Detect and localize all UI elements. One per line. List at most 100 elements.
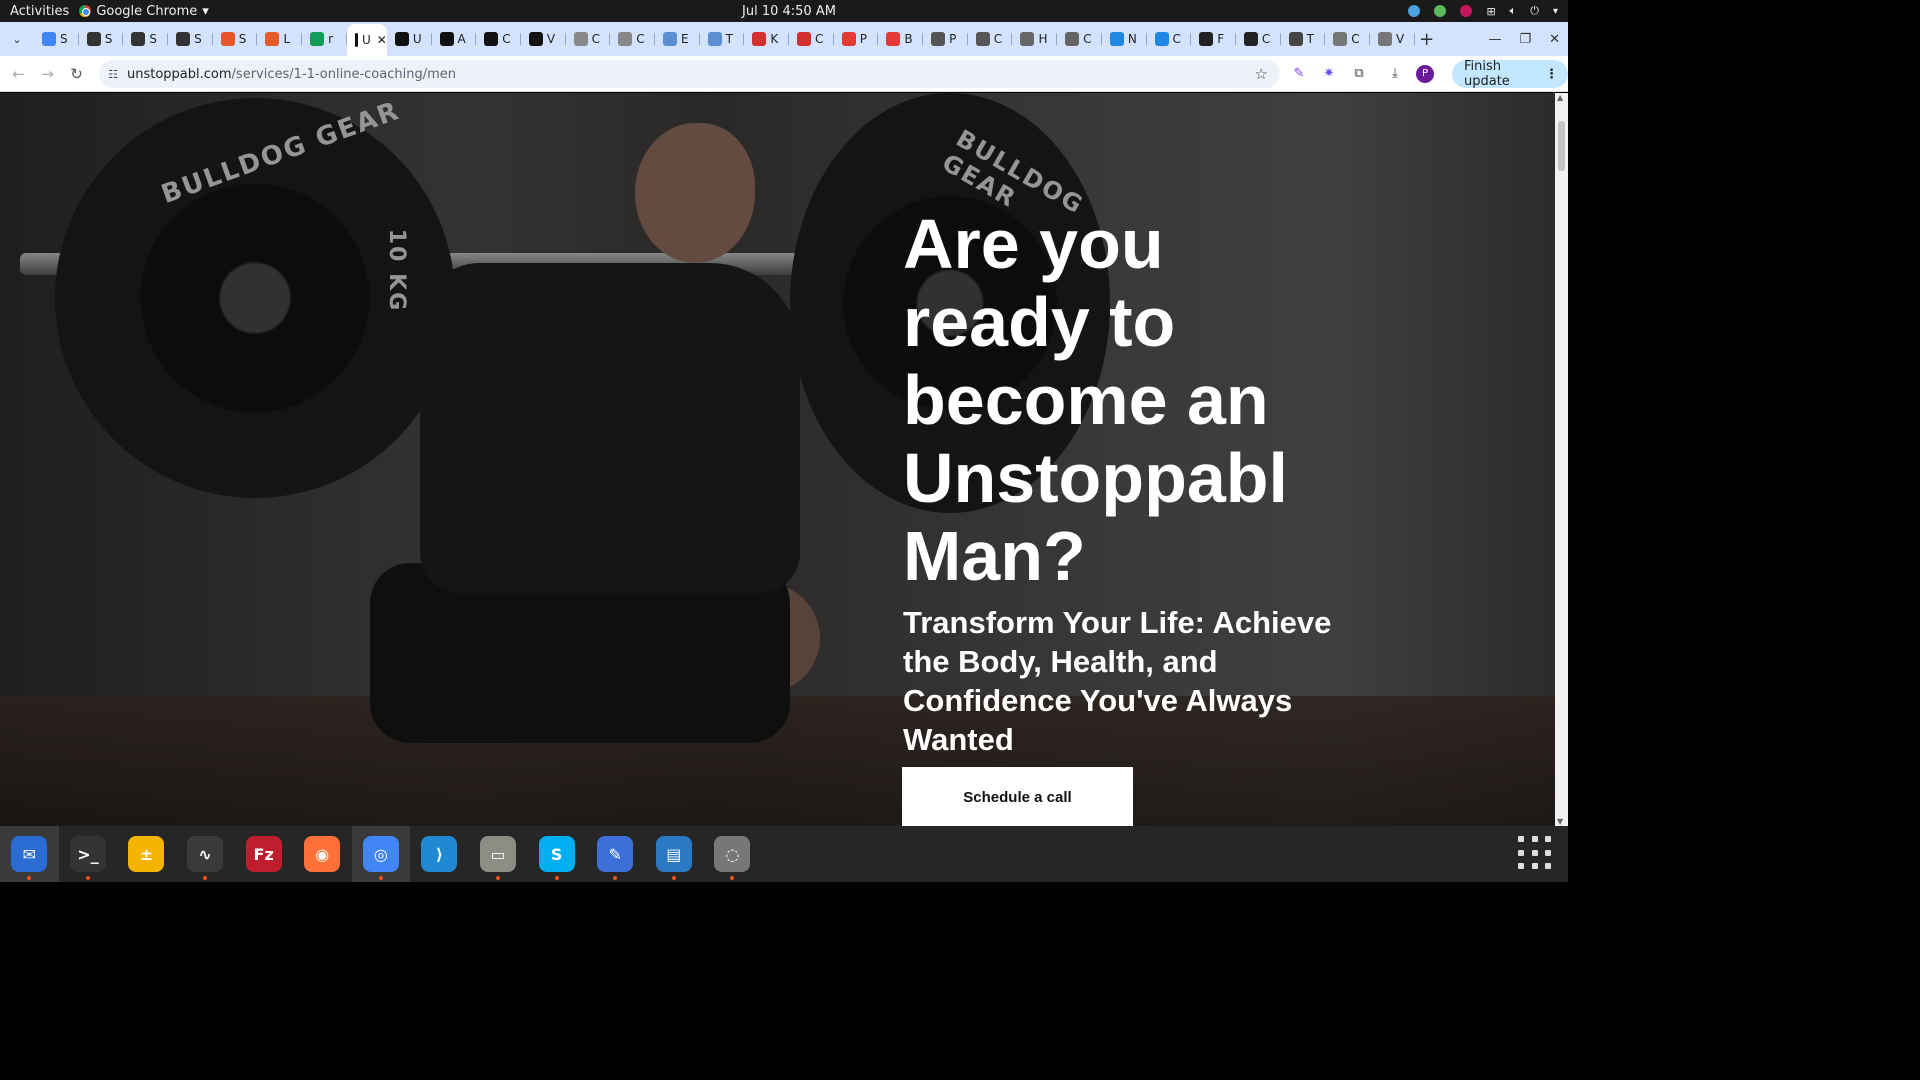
tray-app-icon[interactable] (1460, 5, 1473, 17)
dock-chrome[interactable]: ◎ (351, 826, 411, 882)
tab[interactable]: S (168, 25, 213, 53)
tab[interactable]: H (1012, 25, 1057, 53)
tab[interactable]: S (34, 25, 79, 53)
dock-libreoffice-writer[interactable]: ▤ (645, 826, 704, 882)
dock-filezilla[interactable]: Fz (234, 826, 293, 882)
downloads-icon[interactable]: ⤓ (1386, 65, 1404, 83)
chevron-down-icon[interactable]: ▾ (1553, 6, 1558, 17)
tab[interactable]: F (1191, 25, 1236, 53)
tab[interactable]: V (1370, 25, 1415, 53)
tab[interactable]: P (923, 25, 968, 53)
profile-avatar[interactable]: P (1416, 64, 1434, 83)
reload-button[interactable]: ↻ (62, 65, 91, 83)
tab[interactable]: T (1281, 25, 1326, 53)
sketch-icon (618, 32, 633, 46)
tray-app-icon[interactable] (1408, 5, 1421, 17)
tab-title: T (1306, 32, 1314, 46)
tab[interactable]: V (521, 25, 566, 53)
tab[interactable]: C (610, 25, 655, 53)
scroll-up-arrow[interactable]: ▲ (1557, 93, 1563, 102)
dock-firefox[interactable]: ◉ (293, 826, 352, 882)
site-info-icon[interactable]: ☷ (99, 68, 127, 81)
dock-vscode[interactable]: ⟩ (410, 826, 469, 882)
power-icon[interactable]: ⏻ (1530, 4, 1539, 18)
running-indicator (496, 876, 501, 880)
system-top-bar: Activities Google Chrome ▾ Jul 10 4:50 A… (0, 0, 1568, 22)
tab[interactable]: K (744, 25, 789, 53)
tab-search-button[interactable]: ⌄ (4, 26, 30, 52)
system-tray[interactable]: ⊞ 🔈︎ ⏻ ▾ (1408, 4, 1558, 18)
tab-title: V (546, 32, 556, 46)
app-menu[interactable]: Google Chrome ▾ (79, 4, 209, 19)
tab[interactable]: C (1057, 25, 1102, 53)
globe-blue-icon (1154, 32, 1169, 46)
tray-app-icon[interactable] (1434, 5, 1447, 17)
clock[interactable]: Jul 10 4:50 AM (742, 4, 836, 19)
tab[interactable]: S (123, 25, 168, 53)
new-tab-button[interactable]: + (1415, 29, 1439, 50)
tab[interactable]: S (213, 25, 258, 53)
back-button[interactable]: ← (4, 65, 33, 83)
caret-down-icon: ▾ (202, 3, 209, 19)
tab[interactable]: L (257, 25, 302, 53)
page-scrollbar[interactable]: ▲ ▼ (1555, 93, 1568, 826)
tab-title: K (770, 32, 779, 46)
dock-calculator[interactable]: ± (117, 826, 176, 882)
tab[interactable]: C (1147, 25, 1192, 53)
tab[interactable]: C (566, 25, 611, 53)
bookmark-star-icon[interactable]: ☆ (1255, 65, 1268, 83)
tab[interactable]: C (968, 25, 1013, 53)
close-window-button[interactable]: ✕ (1549, 32, 1560, 47)
terminal-icon: >_ (69, 836, 106, 872)
schedule-call-button[interactable]: Schedule a call (902, 767, 1133, 826)
gear-extension-icon[interactable]: ✷ (1320, 65, 1338, 83)
tab[interactable]: B (878, 25, 923, 53)
restore-button[interactable]: ❐ (1519, 32, 1531, 47)
minimize-button[interactable]: — (1488, 32, 1501, 47)
tab[interactable]: r (302, 25, 347, 53)
l-logo-icon (265, 32, 280, 46)
tab[interactable]: A (432, 25, 477, 53)
tab-active[interactable]: U ✕ (346, 24, 387, 56)
tab[interactable]: C (1236, 25, 1281, 53)
tab[interactable]: P (834, 25, 879, 53)
dock-terminal[interactable]: >_ (59, 826, 118, 882)
dock-system-monitor[interactable]: ∿ (176, 826, 235, 882)
dock-skype[interactable]: S (527, 826, 586, 882)
volume-icon[interactable]: 🔈︎ (1510, 4, 1517, 18)
close-tab-icon[interactable]: ✕ (377, 33, 387, 47)
scroll-down-arrow[interactable]: ▼ (1557, 817, 1563, 826)
puzzle-extensions-icon[interactable]: ⧉ (1350, 65, 1368, 83)
files-icon: ▭ (480, 836, 517, 872)
dock-text-editor[interactable]: ✎ (586, 826, 645, 882)
finish-update-button[interactable]: Finish update ⋮ (1452, 59, 1568, 89)
tab[interactable]: E (655, 25, 700, 53)
tab[interactable]: N (1102, 25, 1147, 53)
dock-files[interactable]: ▭ (469, 826, 528, 882)
doc-icon (1377, 32, 1392, 46)
network-icon[interactable]: ⊞ (1486, 5, 1495, 18)
address-bar[interactable]: ☷ unstoppabl.com/services/1-1-online-coa… (99, 60, 1280, 88)
tab[interactable]: U (387, 25, 432, 53)
filezilla-icon: Fz (245, 836, 282, 872)
dock-thunderbird[interactable]: ✉ (0, 826, 59, 882)
tab-title: C (815, 32, 824, 46)
activities-button[interactable]: Activities (0, 4, 79, 19)
tab-title: E (680, 32, 689, 46)
forward-button[interactable]: → (33, 65, 62, 83)
tab[interactable]: C (789, 25, 834, 53)
tab[interactable]: C (476, 25, 521, 53)
snp-icon (131, 32, 146, 46)
tab-title: F (1217, 32, 1225, 46)
scroll-thumb[interactable] (1558, 121, 1565, 171)
tab[interactable]: T (700, 25, 745, 53)
ubuntu-dock: ✉ >_ ± ∿ Fz ◉ ◎ ⟩ ▭ S ✎ ▤ ◌ (0, 826, 1568, 882)
tab[interactable]: C (1325, 25, 1370, 53)
tab[interactable]: S (79, 25, 124, 53)
show-applications-icon[interactable] (1518, 836, 1554, 872)
kebab-menu-icon[interactable]: ⋮ (1545, 67, 1558, 82)
dock-disks[interactable]: ◌ (703, 826, 762, 882)
tab-title: P (949, 32, 957, 46)
running-indicator (27, 876, 32, 880)
pen-extension-icon[interactable]: ✎ (1290, 65, 1308, 83)
